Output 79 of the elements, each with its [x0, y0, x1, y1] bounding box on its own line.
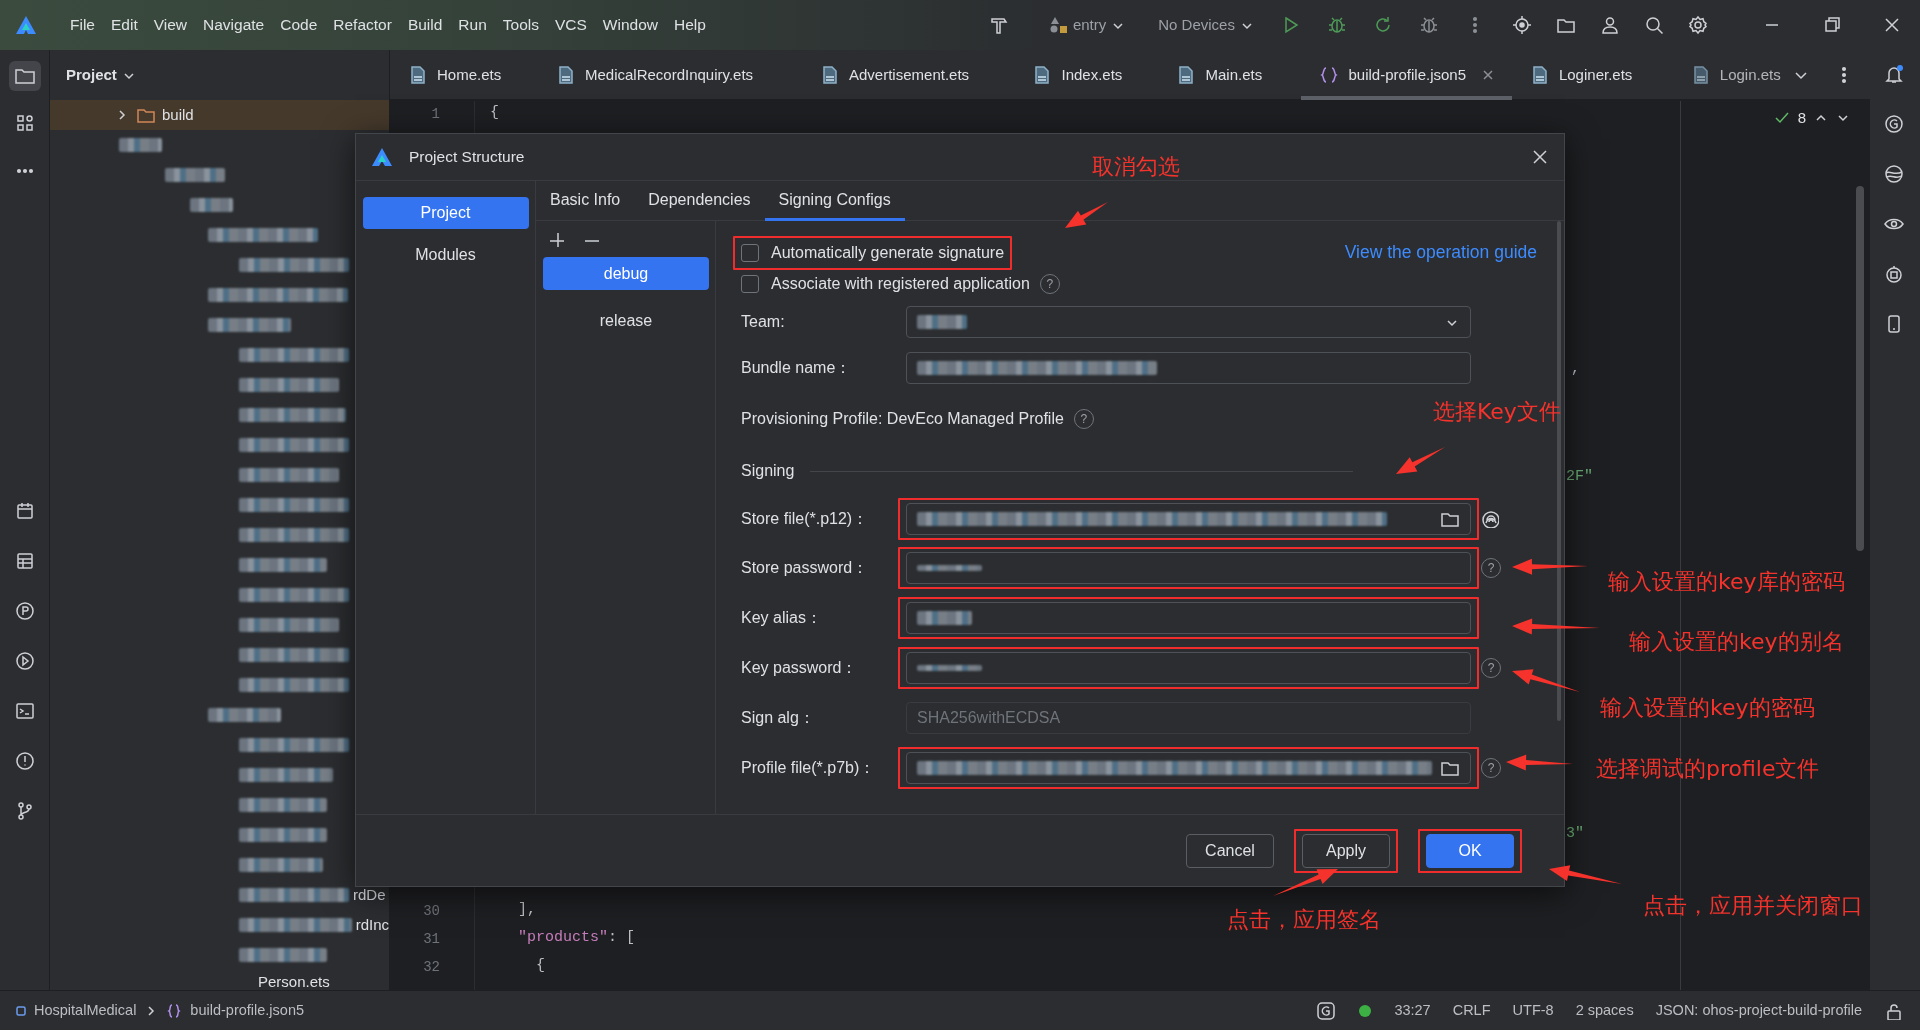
line-number: 1: [430, 105, 440, 124]
breadcrumb-item[interactable]: HospitalMedical: [34, 999, 137, 1022]
annotation-text: 点击，应用签名: [1227, 906, 1381, 934]
field-label: Profile file(*.p7b)：: [741, 758, 877, 778]
checkbox-label[interactable]: Automatically generate signature: [771, 240, 1005, 265]
input-field: SHA256withECDSA: [906, 702, 1471, 734]
editor-tab[interactable]: Login.ets: [1672, 50, 1792, 100]
editor-tab[interactable]: Home.ets: [390, 50, 538, 100]
guide-link[interactable]: View the operation guide: [1344, 239, 1537, 266]
code-fragment: 3": [1566, 824, 1584, 844]
annotation-text: 选择调试的profile文件: [1596, 755, 1820, 783]
menu-item[interactable]: View: [145, 9, 196, 41]
menu-item[interactable]: Window: [594, 9, 666, 41]
list-item[interactable]: debug: [543, 257, 709, 290]
cancel-button[interactable]: Cancel: [1186, 833, 1274, 868]
editor-tab[interactable]: Index.ets: [1014, 50, 1159, 100]
field-label: Sign alg：: [741, 708, 816, 728]
apply-button[interactable]: Apply: [1302, 833, 1390, 868]
tab[interactable]: Dependencies: [634, 181, 765, 221]
editor-tab[interactable]: Loginer.ets: [1511, 50, 1673, 100]
status-item[interactable]: UTF-8: [1512, 999, 1554, 1022]
field-label: Store file(*.p12)：: [741, 509, 870, 529]
field-label: Key alias：: [741, 608, 823, 628]
code-line: ],: [518, 900, 536, 920]
menu-item[interactable]: Edit: [103, 9, 146, 41]
inspection-count[interactable]: 8: [1797, 107, 1806, 130]
tab[interactable]: Signing Configs: [764, 181, 905, 221]
list-item[interactable]: release: [543, 304, 709, 337]
tree-item[interactable]: Person.ets: [258, 970, 330, 990]
breadcrumb-item[interactable]: build-profile.json5: [190, 999, 304, 1022]
annotation-text: 点击，应用并关闭窗口: [1643, 892, 1863, 920]
menu-item[interactable]: File: [62, 9, 103, 41]
annotation-text: 选择Key文件: [1433, 398, 1561, 426]
line-number: 32: [422, 958, 440, 977]
checkbox-label[interactable]: Associate with registered application: [771, 271, 1030, 296]
field-label: Key password：: [741, 658, 859, 678]
editor-tab[interactable]: Main.ets: [1158, 50, 1302, 100]
code-line: "products": [: [518, 928, 636, 948]
menu-item[interactable]: Help: [666, 9, 714, 41]
annotation-text: 输入设置的key的密码: [1600, 694, 1815, 722]
line-number: 30: [422, 902, 440, 921]
run-config-dropdown[interactable]: entry: [1072, 13, 1107, 37]
code-line: {: [490, 103, 499, 123]
tree-item[interactable]: build: [162, 103, 194, 127]
annotation-text: 取消勾选: [1092, 153, 1180, 181]
section-title: Signing: [741, 461, 795, 481]
menu-item[interactable]: Build: [399, 9, 451, 41]
status-item[interactable]: 33:27: [1394, 999, 1431, 1022]
menu-item[interactable]: Code: [272, 9, 326, 41]
ok-button[interactable]: OK: [1426, 833, 1514, 868]
nav-item[interactable]: Modules: [362, 239, 529, 271]
nav-item[interactable]: Project: [362, 197, 529, 229]
status-item[interactable]: JSON: ohos-project-build-profile: [1655, 999, 1862, 1022]
field-label: Store password：: [741, 558, 870, 578]
menu-item[interactable]: Run: [450, 9, 495, 41]
tree-item[interactable]: rdInc: [355, 913, 389, 937]
field-label: Bundle name：: [741, 358, 853, 378]
device-dropdown[interactable]: No Devices: [1158, 13, 1235, 37]
field-label: Team:: [741, 312, 786, 332]
info-text: Provisioning Profile: DevEco Managed Profile: [741, 409, 1064, 429]
code-fragment: 2F": [1566, 467, 1593, 487]
annotation-text: 输入设置的key库的密码: [1608, 568, 1845, 596]
menu-item[interactable]: Tools: [494, 9, 547, 41]
editor-tab[interactable]: Advertisement.ets: [802, 50, 1015, 100]
tab[interactable]: Basic Info: [536, 181, 635, 221]
annotation-text: 输入设置的key的别名: [1629, 628, 1844, 656]
code-fragment: ,: [1571, 359, 1580, 379]
tree-item[interactable]: rdDe: [353, 883, 386, 907]
editor-tab[interactable]: build-profile.json5: [1301, 50, 1512, 100]
status-item[interactable]: 2 spaces: [1575, 999, 1634, 1022]
code-line: {: [536, 956, 545, 976]
status-item[interactable]: CRLF: [1452, 999, 1491, 1022]
panel-title[interactable]: Project: [66, 63, 117, 87]
dialog-title: Project Structure: [409, 147, 525, 168]
menu-item[interactable]: VCS: [546, 9, 595, 41]
line-number: 31: [422, 930, 440, 949]
editor-tab[interactable]: MedicalRecordInquiry.ets: [537, 50, 802, 100]
menu-item[interactable]: Navigate: [195, 9, 273, 41]
menu-item[interactable]: Refactor: [325, 9, 400, 41]
